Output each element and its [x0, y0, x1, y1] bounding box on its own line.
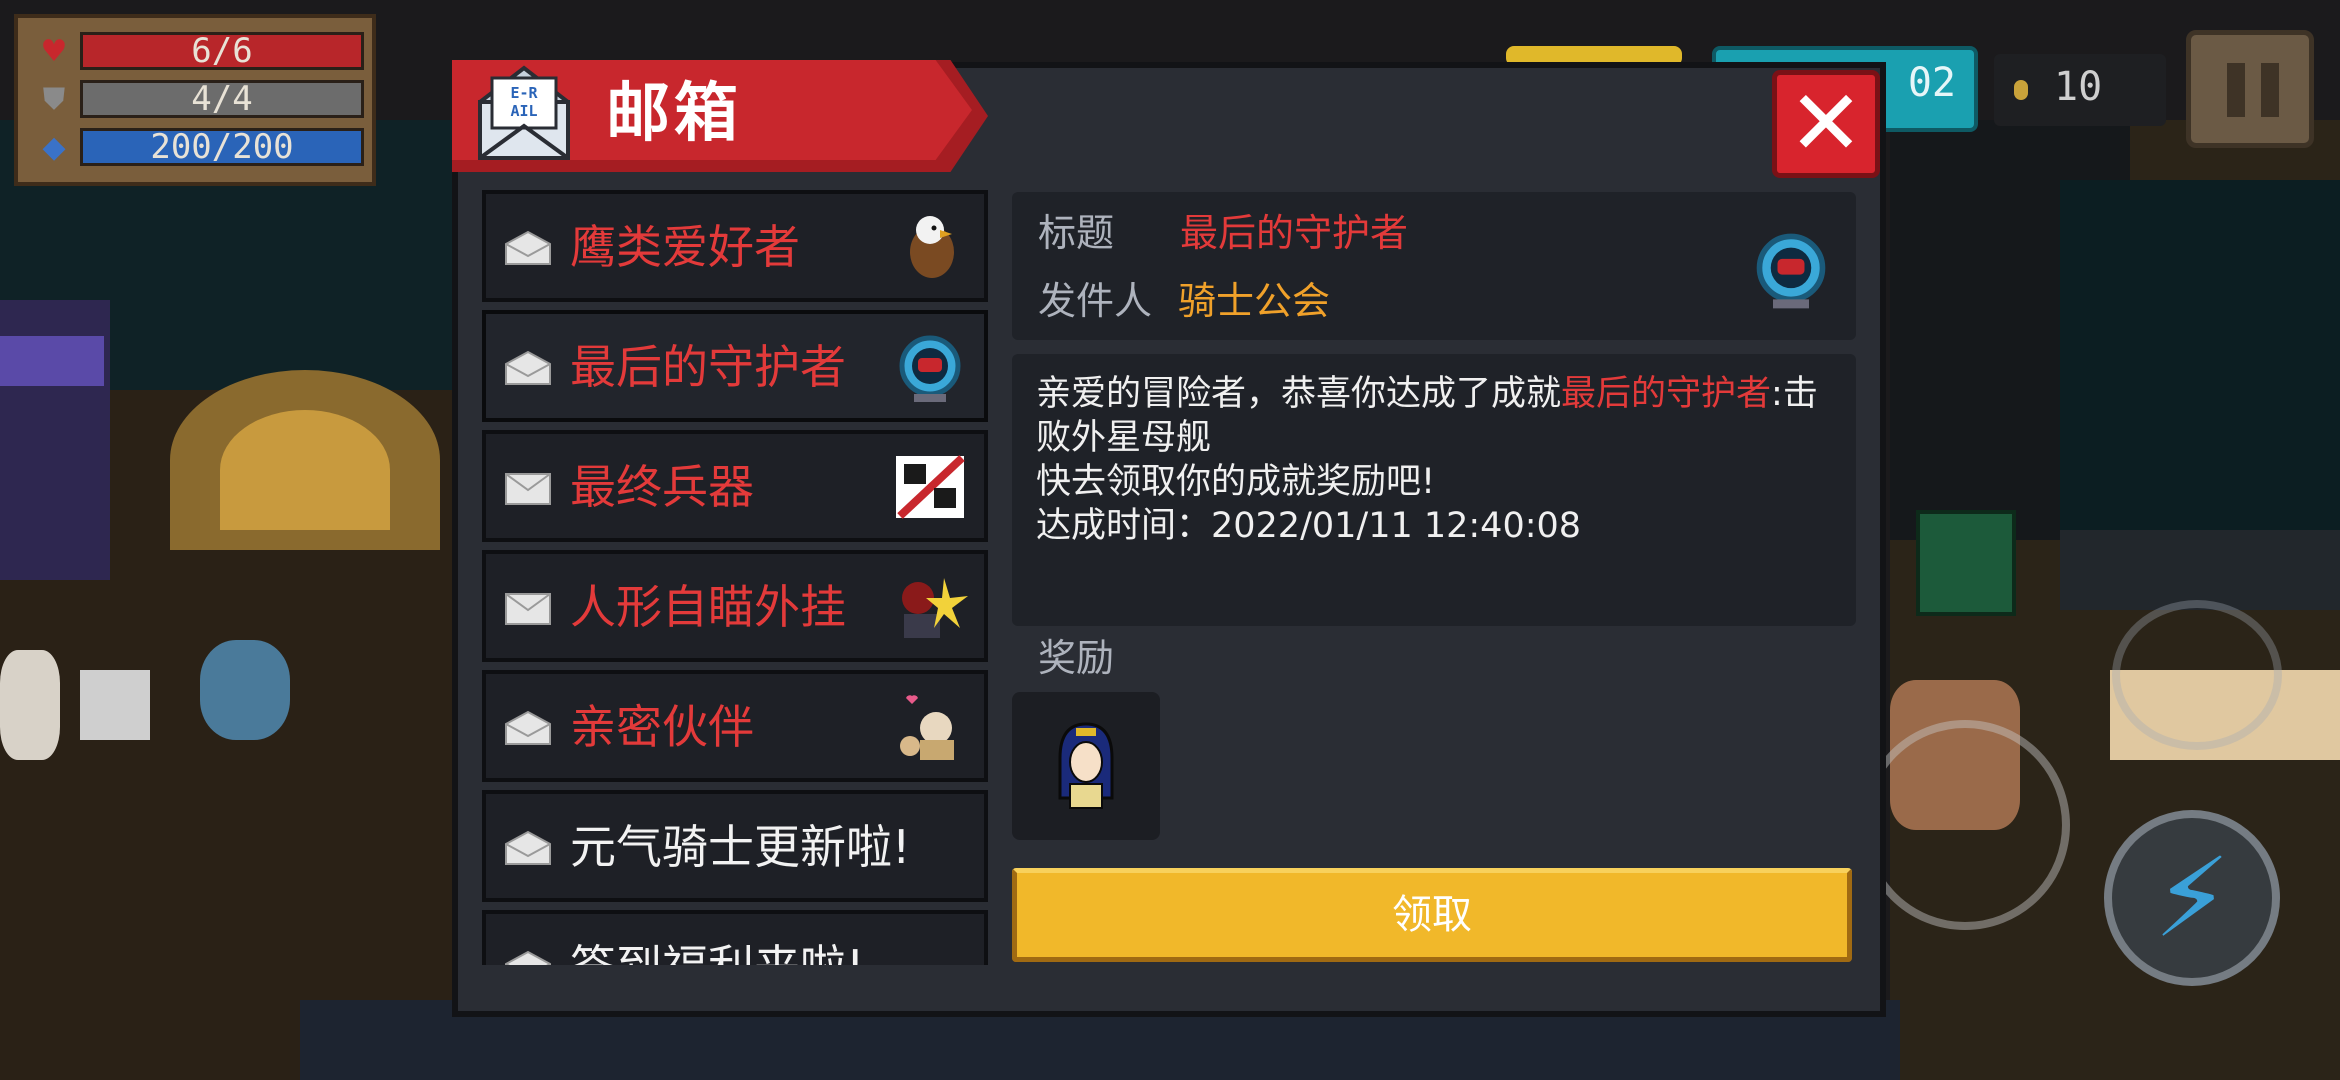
final-weapon-icon [896, 455, 965, 519]
cat-npc [200, 640, 290, 740]
mail-body-text: 亲爱的冒险者，恭喜你达成了成就最后的守护者:击败外星母舰 快去领取你的成就奖励吧… [1036, 372, 1836, 548]
body-line3: 达成时间：2022/01/11 12:40:08 [1036, 506, 1582, 546]
lightning-skill-button[interactable]: ⚡ [2104, 810, 2280, 986]
health-bar: 6/6 [80, 32, 364, 70]
body-line2: 快去领取你的成就奖励吧! [1036, 462, 1436, 502]
mail-item-eagle-lover[interactable]: 鹰类爱好者 [482, 190, 988, 302]
lightning-icon: ⚡ [2153, 834, 2231, 962]
mail-body: 亲爱的冒险者，恭喜你达成了成就最后的守护者:击败外星母舰 快去领取你的成就奖励吧… [1012, 354, 1856, 626]
close-icon: ✕ [1788, 71, 1864, 176]
player-stats-panel: ♥ 6/6 ⛊ 4/4 ◆ 200/200 [14, 14, 376, 186]
envelope-icon [505, 593, 551, 625]
mail-item-final-weapon[interactable]: 最终兵器 [482, 430, 988, 542]
mail-list[interactable]: 鹰类爱好者 最后的守护者 最终兵器 人形自瞄外挂 亲密伙伴 元气骑士更新啦! 签… [482, 190, 988, 965]
partner-icon [900, 695, 954, 760]
gem-count: 02 [1907, 60, 1956, 106]
envelope-icon [505, 473, 551, 505]
mail-item-aimbot[interactable]: 人形自瞄外挂 [482, 550, 988, 662]
coin-counter: 10 [1994, 54, 2166, 126]
character-skin-icon [1058, 722, 1114, 809]
coin-count: 10 [2054, 64, 2103, 110]
mail-title: 最后的守护者 [570, 340, 846, 394]
pause-button[interactable] [2186, 30, 2314, 148]
title-value: 最后的守护者 [1180, 211, 1409, 255]
armor-bar: 4/4 [80, 80, 364, 118]
mail-title: 亲密伙伴 [570, 700, 754, 754]
green-cabinet [1916, 510, 2016, 616]
diamond-icon: ◆ [42, 130, 66, 165]
armor-row: ⛊ 4/4 [36, 80, 366, 120]
shield-icon: ⛊ [42, 82, 66, 117]
mail-title: 最终兵器 [570, 460, 754, 514]
mail-title: 签到福利来啦! [570, 936, 864, 965]
body-prefix: 亲爱的冒险者，恭喜你达成了成就 [1036, 374, 1562, 414]
weapon-swap-button[interactable] [2112, 600, 2282, 750]
mail-item-checkin[interactable]: 签到福利来啦! [482, 910, 988, 965]
guardian-orb-icon [899, 335, 961, 402]
mail-item-last-guardian[interactable]: 最后的守护者 [482, 310, 988, 422]
mail-icon-text-bottom: AIL [510, 102, 537, 120]
health-row: ♥ 6/6 [36, 32, 366, 72]
mail-item-close-partner[interactable]: 亲密伙伴 [482, 670, 988, 782]
reward-label: 奖励 [1038, 636, 1115, 680]
eagle-icon [910, 216, 954, 278]
sender-label: 发件人 [1038, 279, 1153, 323]
coin-icon [2014, 80, 2028, 100]
mail-icon-text-top: E-R [510, 84, 538, 102]
reward-item-slot[interactable] [1012, 692, 1160, 840]
mail-item-update[interactable]: 元气骑士更新啦! [482, 790, 988, 902]
energy-bar: 200/200 [80, 128, 364, 166]
claim-button[interactable]: 领取 [1012, 868, 1852, 962]
title-label: 标题 [1038, 211, 1115, 255]
mail-title: 鹰类爱好者 [570, 220, 800, 274]
opened-envelope-icon [505, 350, 551, 385]
aimbot-icon [902, 578, 968, 638]
opened-envelope-icon [505, 710, 551, 745]
pause-icon [2227, 63, 2245, 117]
heart-icon: ♥ [40, 34, 68, 69]
body-achievement: 最后的守护者 [1561, 374, 1772, 414]
mailbox-title: 邮箱 [606, 77, 742, 151]
skill-button[interactable] [1860, 720, 2070, 930]
mail-detail-header: 标题 最后的守护者 发件人 骑士公会 [1012, 192, 1856, 340]
energy-row: ◆ 200/200 [36, 128, 366, 168]
mail-title: 元气骑士更新啦! [570, 820, 911, 874]
opened-envelope-icon [505, 950, 551, 965]
opened-envelope-icon [505, 830, 551, 865]
close-button[interactable]: ✕ [1772, 70, 1880, 178]
guardian-orb-icon [1756, 233, 1826, 309]
mail-icon: E-R AIL [474, 64, 574, 162]
sender-value: 骑士公会 [1178, 279, 1331, 323]
opened-envelope-icon [505, 230, 551, 265]
mail-title: 人形自瞄外挂 [570, 580, 846, 634]
